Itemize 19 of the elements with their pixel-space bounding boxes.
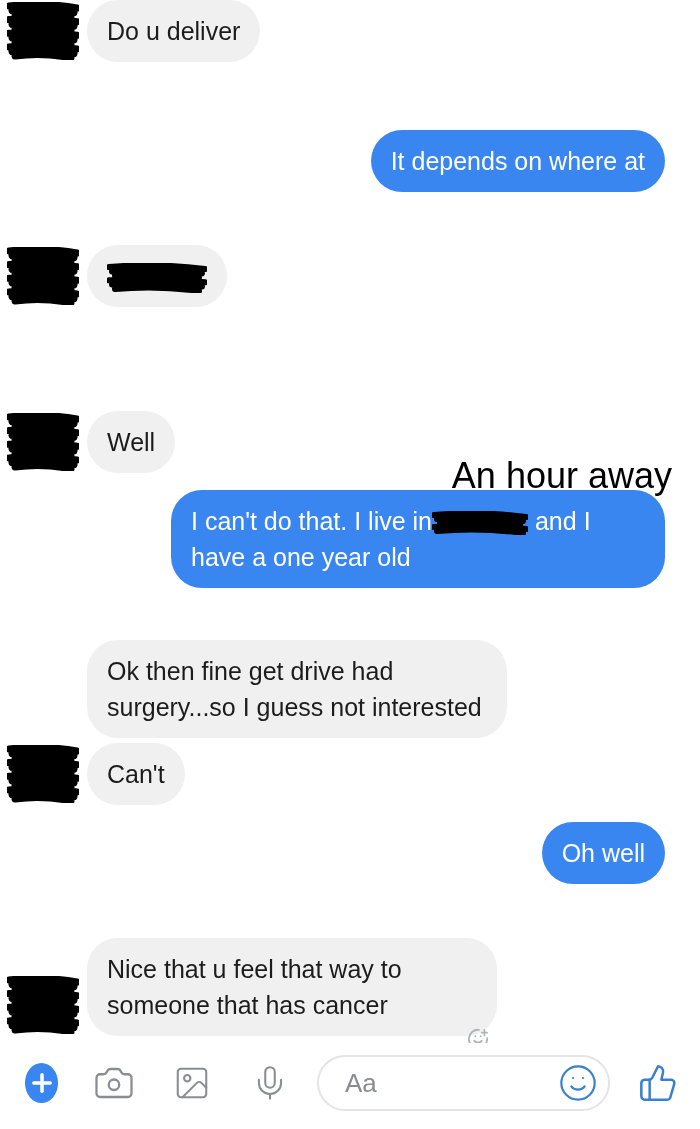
message-text: Nice that u feel that way to someone that has cancer bbox=[107, 955, 402, 1019]
message-text: Do u deliver bbox=[107, 17, 241, 45]
annotation-text: An hour away bbox=[451, 456, 672, 496]
avatar-scribble-icon bbox=[6, 2, 79, 60]
thumbs-up-icon[interactable] bbox=[638, 1063, 678, 1103]
message-text: Well bbox=[107, 428, 156, 456]
message-text: Can't bbox=[107, 760, 165, 788]
message-input-field[interactable]: Aa bbox=[343, 1066, 558, 1100]
message-composer-field[interactable]: Aa bbox=[317, 1055, 610, 1111]
avatar-scribble-icon bbox=[6, 247, 79, 305]
avatar-scribble-icon bbox=[6, 745, 79, 803]
message-text: Ok then fine get drive had surgery...so I guess not interested bbox=[107, 657, 482, 721]
avatar-scribble-icon bbox=[6, 413, 79, 471]
smiley-icon[interactable] bbox=[558, 1063, 598, 1103]
avatar-scribble-icon bbox=[6, 976, 79, 1034]
add-button[interactable] bbox=[25, 1063, 58, 1103]
message-text: Oh well bbox=[561, 839, 645, 867]
message-text: I can't do that. I live in and I have a one year old bbox=[191, 507, 591, 571]
message-text: It depends on where at bbox=[390, 147, 645, 175]
